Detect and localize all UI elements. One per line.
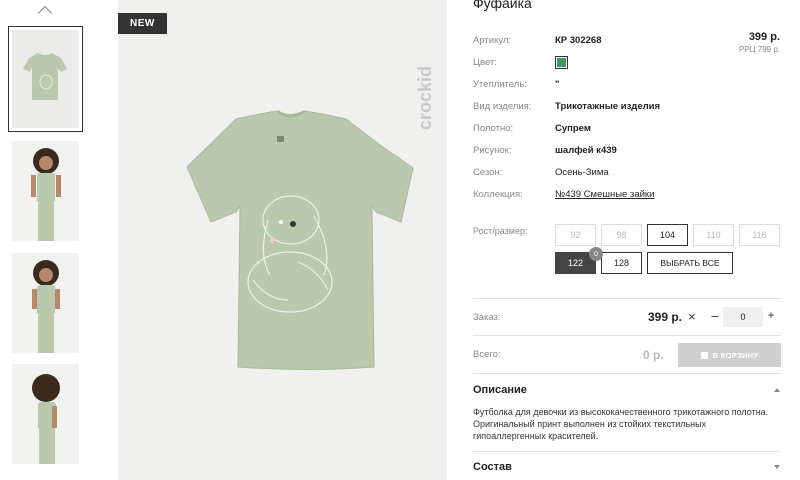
size-button-104[interactable]: 104 <box>647 224 688 246</box>
size-button-128[interactable]: 128 <box>601 252 642 274</box>
size-button-92[interactable]: 92 <box>555 224 596 246</box>
order-price: 399 р. <box>648 310 683 324</box>
quantity-input[interactable] <box>723 307 763 327</box>
size-button-116[interactable]: 116 <box>739 224 780 246</box>
divider <box>473 335 781 336</box>
divider <box>473 298 781 299</box>
size-label: Рост/размер: <box>473 226 528 236</box>
divider <box>473 451 781 452</box>
description-heading[interactable]: Описание <box>473 384 527 396</box>
attribute-label: Полотно: <box>473 123 514 134</box>
new-badge: NEW <box>118 13 167 34</box>
add-to-cart-label: В КОРЗИНУ <box>712 350 759 360</box>
size-button-98[interactable]: 98 <box>601 224 642 246</box>
thumbnail-3[interactable] <box>12 253 79 353</box>
thumbnail-1[interactable] <box>8 26 83 132</box>
rrp-price: РРЦ 799 р. <box>738 45 780 54</box>
size-button-110[interactable]: 110 <box>693 224 734 246</box>
size-count-badge: 0 <box>589 247 603 261</box>
description-text: Футболка для девочки из высококачественн… <box>473 407 769 441</box>
composition-heading[interactable]: Состав <box>473 461 512 473</box>
attribute-label: Коллекция: <box>473 189 523 200</box>
color-swatch[interactable] <box>555 56 568 69</box>
chevron-up-icon[interactable] <box>37 4 53 18</box>
attribute-label: Рисунок: <box>473 145 512 156</box>
collection-link[interactable]: №439 Смешные зайки <box>555 189 654 200</box>
increment-button[interactable]: + <box>764 308 778 322</box>
total-value: 0 р. <box>643 348 664 362</box>
order-label: Заказ: <box>473 312 501 323</box>
attribute-value: " <box>555 79 560 90</box>
attribute-value: КР 302268 <box>555 35 602 46</box>
brand-logo-text: crockid <box>415 66 435 130</box>
total-label: Всего: <box>473 349 501 360</box>
times-icon[interactable]: × <box>688 309 696 324</box>
attribute-label: Сезон: <box>473 167 503 178</box>
product-title: Фуфайка <box>473 0 532 11</box>
select-all-sizes-button[interactable]: ВЫБРАТЬ ВСЕ <box>647 252 733 274</box>
thumbnail-2[interactable] <box>12 141 79 241</box>
brand-logo: crockid <box>415 66 435 130</box>
attribute-value: шалфей к439 <box>555 145 617 156</box>
attribute-value: Супрем <box>555 123 591 134</box>
attribute-label: Утеплитель: <box>473 79 527 90</box>
divider <box>473 373 781 374</box>
attribute-label: Артикул: <box>473 35 512 46</box>
cart-icon <box>700 351 708 359</box>
chevron-up-icon[interactable] <box>774 388 780 392</box>
chevron-down-icon[interactable] <box>774 465 780 469</box>
decrement-button[interactable]: – <box>708 308 722 323</box>
price: 399 р. <box>748 31 780 43</box>
attribute-label: Цвет: <box>473 57 497 68</box>
attribute-value: Трикотажные изделия <box>555 101 661 112</box>
main-product-image[interactable] <box>118 0 447 480</box>
attribute-value: Осень-Зима <box>555 167 609 178</box>
thumbnail-gallery <box>0 0 95 480</box>
add-to-cart-button[interactable]: В КОРЗИНУ <box>678 343 781 367</box>
attribute-label: Вид изделия: <box>473 101 532 112</box>
thumbnail-4[interactable] <box>12 364 79 464</box>
